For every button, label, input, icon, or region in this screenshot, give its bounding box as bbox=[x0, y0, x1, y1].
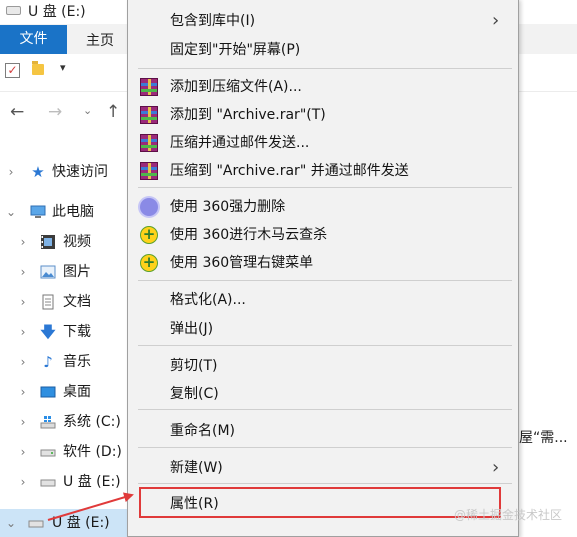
red-arrow-icon bbox=[47, 492, 134, 521]
watermark: @稀土掘金技术社区 bbox=[454, 508, 563, 522]
annotation-arrow bbox=[47, 492, 134, 521]
